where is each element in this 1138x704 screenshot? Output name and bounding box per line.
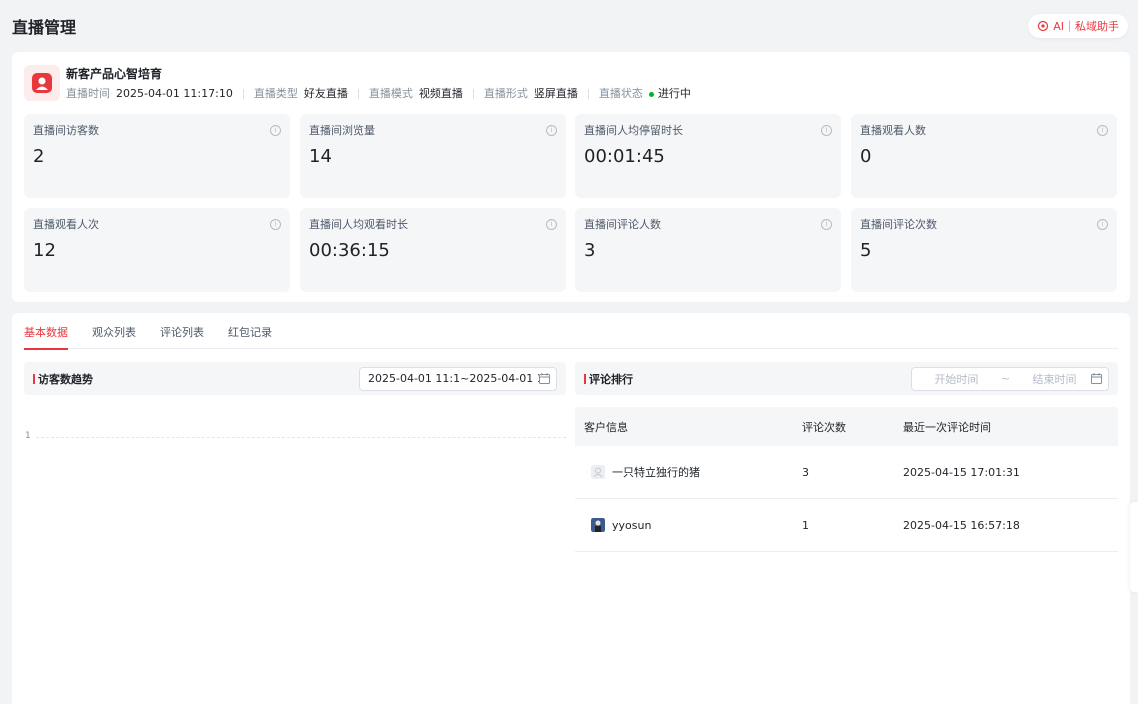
ai-flower-icon <box>1038 20 1049 32</box>
info-icon[interactable]: i <box>546 219 557 230</box>
meta-mode-key: 直播模式 <box>368 87 413 100</box>
page-title: 直播管理 <box>12 18 77 37</box>
stat-value: 00:01:45 <box>584 146 665 167</box>
stat-value: 14 <box>309 146 332 167</box>
info-icon[interactable]: i <box>270 219 281 230</box>
customer-name: yyosun <box>612 518 652 532</box>
live-header: 新客产品心智培育 直播时间 2025-04-01 11:17:10 直播类型 好… <box>24 65 691 101</box>
ai-assistant-button[interactable]: AI｜私域助手 <box>1028 14 1128 38</box>
visitor-trend-range-picker[interactable]: 2025-04-01 11:1~2025-04-01 11:3 <box>359 366 557 391</box>
end-time-input[interactable]: 结束时间 <box>1018 371 1091 387</box>
stat-card-view-count: 直播观看人次 12 i <box>24 208 290 292</box>
meta-type-key: 直播类型 <box>253 87 298 100</box>
y-axis-tick: 1 <box>25 431 31 441</box>
comment-rank-title: 评论排行 <box>584 371 633 387</box>
meta-time-key: 直播时间 <box>66 87 110 100</box>
meta-mode-value: 视频直播 <box>418 87 463 100</box>
meta-status-value: 进行中 <box>657 87 691 100</box>
info-icon[interactable]: i <box>546 125 557 136</box>
live-name: 新客产品心智培育 <box>66 67 163 81</box>
stat-card-visitors: 直播间访客数 2 i <box>24 114 290 198</box>
customer-cell: 一只特立独行的猪 <box>575 464 802 480</box>
avatar <box>591 465 605 479</box>
live-logo <box>24 65 60 101</box>
avatar <box>591 518 605 532</box>
divider <box>472 89 474 99</box>
divider <box>242 89 244 99</box>
table-row[interactable]: 一只特立独行的猪 3 2025-04-15 17:01:31 <box>575 446 1118 499</box>
col-comment-count: 评论次数 <box>802 420 846 434</box>
range-value: 2025-04-01 11:1~2025-04-01 11:3 <box>368 372 539 385</box>
meta-form-key: 直播形式 <box>483 87 528 100</box>
stat-value: 12 <box>33 240 56 261</box>
live-overview-card: 新客产品心智培育 直播时间 2025-04-01 11:17:10 直播类型 好… <box>12 52 1130 302</box>
visitor-trend-title: 访客数趋势 <box>33 371 93 387</box>
meta-form-value: 竖屏直播 <box>533 87 578 100</box>
info-icon[interactable]: i <box>821 219 832 230</box>
stat-card-viewers: 直播观看人数 0 i <box>851 114 1117 198</box>
stat-label: 直播间人均停留时长 <box>584 124 683 137</box>
stat-value: 00:36:15 <box>309 240 390 261</box>
divider <box>587 89 589 99</box>
stat-card-comments: 直播间评论次数 5 i <box>851 208 1117 292</box>
tab-comment-list[interactable]: 评论列表 <box>160 313 204 349</box>
stat-card-avg-stay: 直播间人均停留时长 00:01:45 i <box>575 114 841 198</box>
info-icon[interactable]: i <box>821 125 832 136</box>
customer-cell: yyosun <box>575 518 802 532</box>
grid-line <box>36 437 566 438</box>
meta-status-key: 直播状态 <box>598 87 643 100</box>
live-avatar-icon <box>32 73 52 93</box>
divider <box>357 89 359 99</box>
table-row[interactable]: yyosun 1 2025-04-15 16:57:18 <box>575 499 1118 552</box>
tab-basic-data[interactable]: 基本数据 <box>24 313 68 350</box>
stat-card-avg-watch: 直播间人均观看时长 00:36:15 i <box>300 208 566 292</box>
stat-label: 直播观看人数 <box>860 124 926 137</box>
col-last-comment-time: 最近一次评论时间 <box>903 420 991 434</box>
customer-name: 一只特立独行的猪 <box>612 466 700 479</box>
tab-audience-list[interactable]: 观众列表 <box>92 313 136 349</box>
comment-count: 3 <box>802 465 809 479</box>
stat-label: 直播间浏览量 <box>309 124 375 137</box>
stat-card-page-views: 直播间浏览量 14 i <box>300 114 566 198</box>
stat-label: 直播间评论次数 <box>860 218 937 231</box>
visitor-trend-chart: 1 <box>24 403 566 463</box>
stat-label: 直播间人均观看时长 <box>309 218 408 231</box>
live-meta: 直播时间 2025-04-01 11:17:10 直播类型 好友直播 直播模式 … <box>66 87 691 101</box>
calendar-icon <box>539 373 550 384</box>
start-time-input[interactable]: 开始时间 <box>920 371 993 387</box>
calendar-icon <box>1091 373 1102 384</box>
meta-time-value: 2025-04-01 11:17:10 <box>116 87 233 100</box>
visitor-trend-header: 访客数趋势 2025-04-01 11:1~2025-04-01 11:3 <box>24 362 566 395</box>
meta-type-value: 好友直播 <box>303 87 348 100</box>
stat-card-commenters: 直播间评论人数 3 i <box>575 208 841 292</box>
stat-label: 直播间访客数 <box>33 124 99 137</box>
last-comment-time: 2025-04-15 16:57:18 <box>903 518 1020 532</box>
comment-rank-header: 评论排行 开始时间 ~ 结束时间 <box>575 362 1118 395</box>
tab-red-packet-records[interactable]: 红包记录 <box>228 313 272 349</box>
stat-value: 0 <box>860 146 872 167</box>
stat-label: 直播间评论人数 <box>584 218 661 231</box>
tab-bar: 基本数据 观众列表 评论列表 红包记录 <box>24 313 1118 350</box>
info-icon[interactable]: i <box>270 125 281 136</box>
col-customer: 客户信息 <box>584 420 628 434</box>
stat-value: 5 <box>860 240 872 261</box>
status-dot <box>648 91 654 97</box>
stat-value: 2 <box>33 146 45 167</box>
comment-rank-date-range[interactable]: 开始时间 ~ 结束时间 <box>911 366 1109 391</box>
side-panel-handle[interactable] <box>1130 502 1138 592</box>
info-icon[interactable]: i <box>1097 125 1108 136</box>
ai-assistant-label: AI｜私域助手 <box>1053 20 1119 33</box>
last-comment-time: 2025-04-15 17:01:31 <box>903 465 1020 479</box>
comment-rank-table: 客户信息 评论次数 最近一次评论时间 一只特立独行的猪 3 2025-04-15… <box>575 407 1118 552</box>
comment-count: 1 <box>802 518 809 532</box>
stat-label: 直播观看人次 <box>33 218 99 231</box>
page-header: 直播管理 AI｜私域助手 <box>0 0 1138 52</box>
range-separator: ~ <box>1000 372 1011 385</box>
info-icon[interactable]: i <box>1097 219 1108 230</box>
stat-value: 3 <box>584 240 596 261</box>
detail-card: 基本数据 观众列表 评论列表 红包记录 访客数趋势 2025-04-01 11:… <box>12 313 1130 704</box>
table-header: 客户信息 评论次数 最近一次评论时间 <box>575 407 1118 446</box>
